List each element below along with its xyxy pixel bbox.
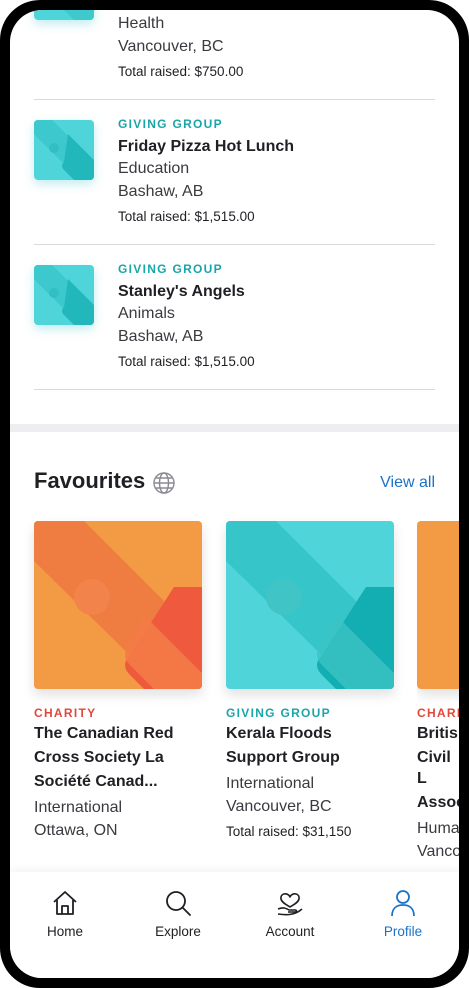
tab-label: Home <box>46 924 83 939</box>
card-title-line: Cross Society La <box>34 749 164 766</box>
card-category: Huma <box>417 820 459 837</box>
card-image <box>34 521 202 689</box>
card-tag: CHARI <box>417 706 459 720</box>
list-item-category: Animals <box>118 305 175 322</box>
tab-label: Explore <box>155 924 201 939</box>
card-total: Total raised: $31,150 <box>226 824 352 839</box>
list-item-title: Friday Pizza Hot Lunch <box>118 138 295 155</box>
card-location: Vancouver, BC <box>226 798 332 815</box>
card-image <box>226 521 394 689</box>
section-divider <box>10 424 459 432</box>
card-title-line: British <box>417 725 459 742</box>
favourites-header: Favourites View all <box>34 468 435 498</box>
list-item-tag: GIVING GROUP <box>118 117 223 131</box>
list-item-info: GIVING GROUP Stanley's Angels Animals Ba… <box>118 262 255 372</box>
view-all-link[interactable]: View all <box>380 474 435 492</box>
favourite-card[interactable]: CHARITY The Canadian Red Cross Society L… <box>34 521 202 842</box>
group-thumbnail <box>34 120 94 180</box>
list-item-tag: GIVING GROUP <box>118 262 223 276</box>
card-location: Ottawa, ON <box>34 822 118 839</box>
screen: Health Vancouver, BC Total raised: $750.… <box>10 10 459 978</box>
card-title-line: The Canadian Red <box>34 725 174 742</box>
tab-explore[interactable]: Explore <box>133 888 223 939</box>
favourite-card[interactable]: GIVING GROUP Kerala Floods Support Group… <box>226 521 394 842</box>
card-tag: GIVING GROUP <box>226 706 331 720</box>
list-item-location: Bashaw, AB <box>118 183 204 200</box>
list-item[interactable]: Health Vancouver, BC Total raised: $750.… <box>34 10 435 100</box>
group-thumbnail <box>34 10 94 20</box>
card-image <box>417 521 459 689</box>
list-item-info: Health Vancouver, BC Total raised: $750.… <box>118 12 243 82</box>
list-item-info: GIVING GROUP Friday Pizza Hot Lunch Educ… <box>118 117 294 227</box>
card-category: International <box>226 775 315 792</box>
home-icon <box>53 891 77 915</box>
tab-label: Profile <box>383 924 423 939</box>
tab-profile[interactable]: Profile <box>358 888 448 939</box>
heart-hand-icon <box>277 893 303 916</box>
giving-list: Health Vancouver, BC Total raised: $750.… <box>34 10 435 390</box>
card-title-line: Support Group <box>226 749 340 766</box>
card-title-line: Société Canad... <box>34 773 158 790</box>
user-icon <box>391 890 415 917</box>
list-item-total: Total raised: $1,515.00 <box>118 354 255 369</box>
list-item-location: Bashaw, AB <box>118 328 204 345</box>
list-item-location: Vancouver, BC <box>118 38 224 55</box>
list-item-title: Stanley's Angels <box>118 283 245 300</box>
card-category: International <box>34 799 123 816</box>
list-item-total: Total raised: $1,515.00 <box>118 209 255 224</box>
card-tag: CHARITY <box>34 706 97 720</box>
list-item[interactable]: GIVING GROUP Friday Pizza Hot Lunch Educ… <box>34 100 435 245</box>
list-item-total: Total raised: $750.00 <box>118 64 244 79</box>
list-item[interactable]: GIVING GROUP Stanley's Angels Animals Ba… <box>34 245 435 390</box>
list-item-category: Education <box>118 160 190 177</box>
card-title-line: Civil L <box>417 749 451 787</box>
card-title-line: Assoc <box>417 794 459 811</box>
favourites-title: Favourites <box>34 468 146 493</box>
favourite-card[interactable]: CHARI British Civil L Assoc Huma Vanco <box>417 521 459 863</box>
device-frame: Health Vancouver, BC Total raised: $750.… <box>0 0 469 988</box>
tab-label: Account <box>265 924 315 939</box>
card-title-line: Kerala Floods <box>226 725 332 742</box>
globe-icon[interactable] <box>152 471 176 495</box>
list-item-category: Health <box>118 15 165 32</box>
search-icon <box>166 891 191 916</box>
tab-home[interactable]: Home <box>20 888 110 939</box>
tab-account[interactable]: Account <box>245 888 335 939</box>
group-thumbnail <box>34 265 94 325</box>
tab-bar: Home Explore Account Profile <box>10 872 459 978</box>
card-location: Vanco <box>417 843 459 860</box>
